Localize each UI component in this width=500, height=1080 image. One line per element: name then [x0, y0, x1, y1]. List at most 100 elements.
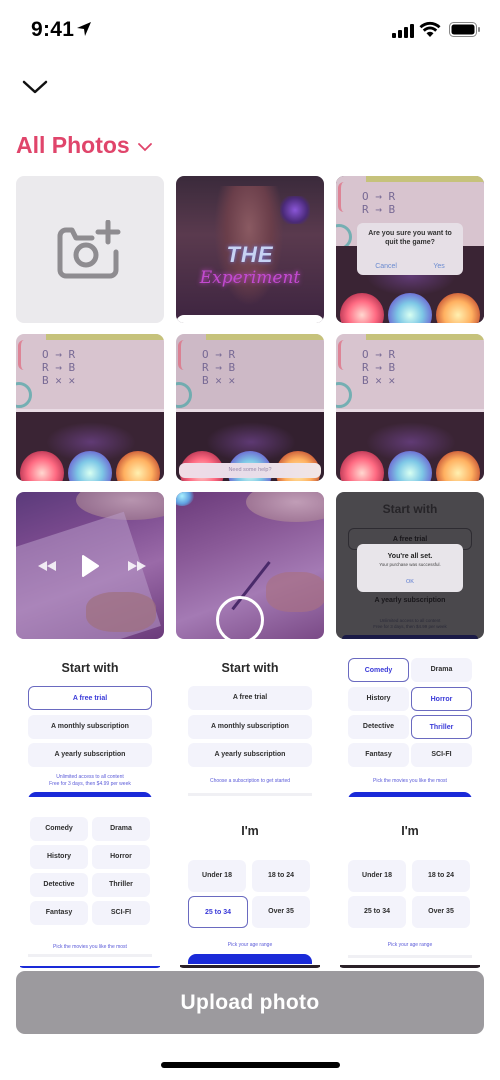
option: A free trial: [188, 686, 312, 710]
alert-cancel: Cancel: [375, 263, 397, 270]
album-title: All Photos: [16, 132, 130, 158]
video-thumbnail[interactable]: [16, 492, 164, 639]
camera-tile[interactable]: [16, 176, 164, 323]
light-button: [116, 451, 160, 481]
whiteboard: O → RR → BB ✕ ✕: [336, 334, 484, 409]
board-text: O → RR → BB ✕ ✕: [42, 348, 76, 387]
home-indicator: [161, 1062, 340, 1068]
genre: History: [30, 845, 88, 869]
genre: Drama: [411, 658, 472, 682]
photo-thumbnail[interactable]: I'm Under 18 18 to 24 25 to 34 Over 35 P…: [176, 808, 324, 968]
wifi-icon: [419, 21, 441, 37]
photo-thumbnail[interactable]: Start with A free trial A yearly subscri…: [336, 492, 484, 639]
game-board: [16, 412, 164, 481]
heading: Start with: [61, 661, 119, 675]
scribble: [176, 382, 192, 408]
alert-ok: OK: [406, 579, 414, 585]
quit-alert: Are you sure you want to quit the game? …: [357, 223, 463, 275]
light-button: [436, 293, 480, 323]
heading: Start with: [382, 502, 438, 516]
genre: Horror: [92, 845, 150, 869]
chevron-down-icon[interactable]: [22, 76, 48, 98]
photo-thumbnail[interactable]: Comedy Drama History Horror Detective Th…: [16, 808, 164, 968]
heading: Start with: [221, 661, 279, 675]
divider: [340, 965, 480, 968]
divider: [180, 965, 320, 968]
photo-thumbnail[interactable]: I'm Under 18 18 to 24 25 to 34 Over 35 P…: [336, 808, 484, 968]
scribble: [338, 340, 360, 370]
option: A yearly subscription: [188, 743, 312, 767]
genre: SCI-FI: [411, 743, 472, 767]
photo-thumbnail[interactable]: Start with A free trial A monthly subscr…: [16, 650, 164, 797]
tap-indicator: [216, 596, 264, 639]
note: Pick your age range: [387, 942, 433, 948]
genre-selected: Thriller: [411, 715, 472, 739]
option-selected: A free trial: [28, 686, 152, 710]
fast-forward-icon: [124, 553, 150, 579]
photo-thumbnail[interactable]: O → RR → B Are you sure you want to quit…: [336, 176, 484, 323]
marker-line: [206, 334, 324, 340]
rewind-icon: [34, 553, 60, 579]
genre: Fantasy: [348, 743, 409, 767]
genre: Drama: [92, 817, 150, 841]
hand: [266, 572, 324, 612]
genre: Fantasy: [30, 901, 88, 925]
cellular-signal-icon: [392, 24, 414, 38]
scribble: [178, 340, 200, 370]
option: A yearly subscription: [28, 743, 152, 767]
genre: History: [348, 687, 409, 711]
genre: Comedy: [30, 817, 88, 841]
board-text: O → RR → BB ✕ ✕: [362, 348, 396, 387]
photo-thumbnail[interactable]: Comedy Drama History Horror Detective Th…: [336, 650, 484, 797]
scribble: [338, 182, 360, 212]
photo-thumbnail[interactable]: O → RR → BB ✕ ✕ Need some help?: [176, 334, 324, 481]
plate: [246, 492, 324, 522]
cta-bar: [188, 954, 312, 964]
genre-selected: Horror: [411, 687, 472, 711]
marker-line: [366, 334, 484, 340]
genre: Thriller: [92, 873, 150, 897]
light: [176, 492, 194, 506]
option: A yearly subscription: [374, 597, 446, 604]
note: Unlimited access to all content Free for …: [49, 774, 131, 787]
photo-thumbnail[interactable]: THE Experiment: [176, 176, 324, 323]
age-option: Under 18: [348, 860, 406, 892]
photo-thumbnail[interactable]: Start with A free trial A monthly subscr…: [176, 650, 324, 797]
cta-bar: [28, 792, 152, 797]
status-time: 9:41: [31, 18, 75, 41]
photo-thumbnail[interactable]: [176, 492, 324, 639]
scribble: [16, 382, 32, 408]
upload-photo-button[interactable]: Upload photo: [16, 971, 484, 1034]
poster-subtitle: Experiment: [199, 268, 301, 288]
option: A monthly subscription: [188, 715, 312, 739]
cta-bar: [348, 792, 472, 797]
genre: SCI-FI: [92, 901, 150, 925]
marker-line: [366, 176, 484, 182]
alert-text: Are you sure you want to quit the game?: [368, 230, 452, 246]
battery-icon: [449, 22, 480, 37]
whiteboard: O → RR → BB ✕ ✕: [16, 334, 164, 409]
note: Pick your age range: [227, 942, 273, 948]
bottom-strip: [176, 315, 324, 323]
poster-title: THE: [226, 242, 274, 267]
cta-bar: [342, 635, 478, 639]
age-option: Over 35: [412, 896, 470, 928]
alert-subtitle: Your purchase was successful.: [379, 562, 441, 567]
help-banner: Need some help?: [179, 463, 321, 478]
age-option: Under 18: [188, 860, 246, 892]
location-arrow-icon: [77, 22, 91, 36]
cta-bar: [348, 955, 472, 958]
chevron-down-icon: [137, 143, 152, 152]
genre-selected: Comedy: [348, 658, 409, 682]
alert-yes: Yes: [433, 263, 445, 270]
photo-thumbnail[interactable]: O → RR → BB ✕ ✕: [16, 334, 164, 481]
board-text: O → RR → B: [362, 190, 396, 216]
heading: I'm: [401, 824, 419, 838]
age-option: Over 35: [252, 896, 310, 928]
game-board: [336, 412, 484, 481]
photo-thumbnail[interactable]: O → RR → BB ✕ ✕: [336, 334, 484, 481]
cta-bar: [20, 966, 160, 968]
age-option-selected: 25 to 34: [188, 896, 248, 928]
album-selector[interactable]: All Photos: [16, 132, 152, 159]
age-option: 18 to 24: [252, 860, 310, 892]
